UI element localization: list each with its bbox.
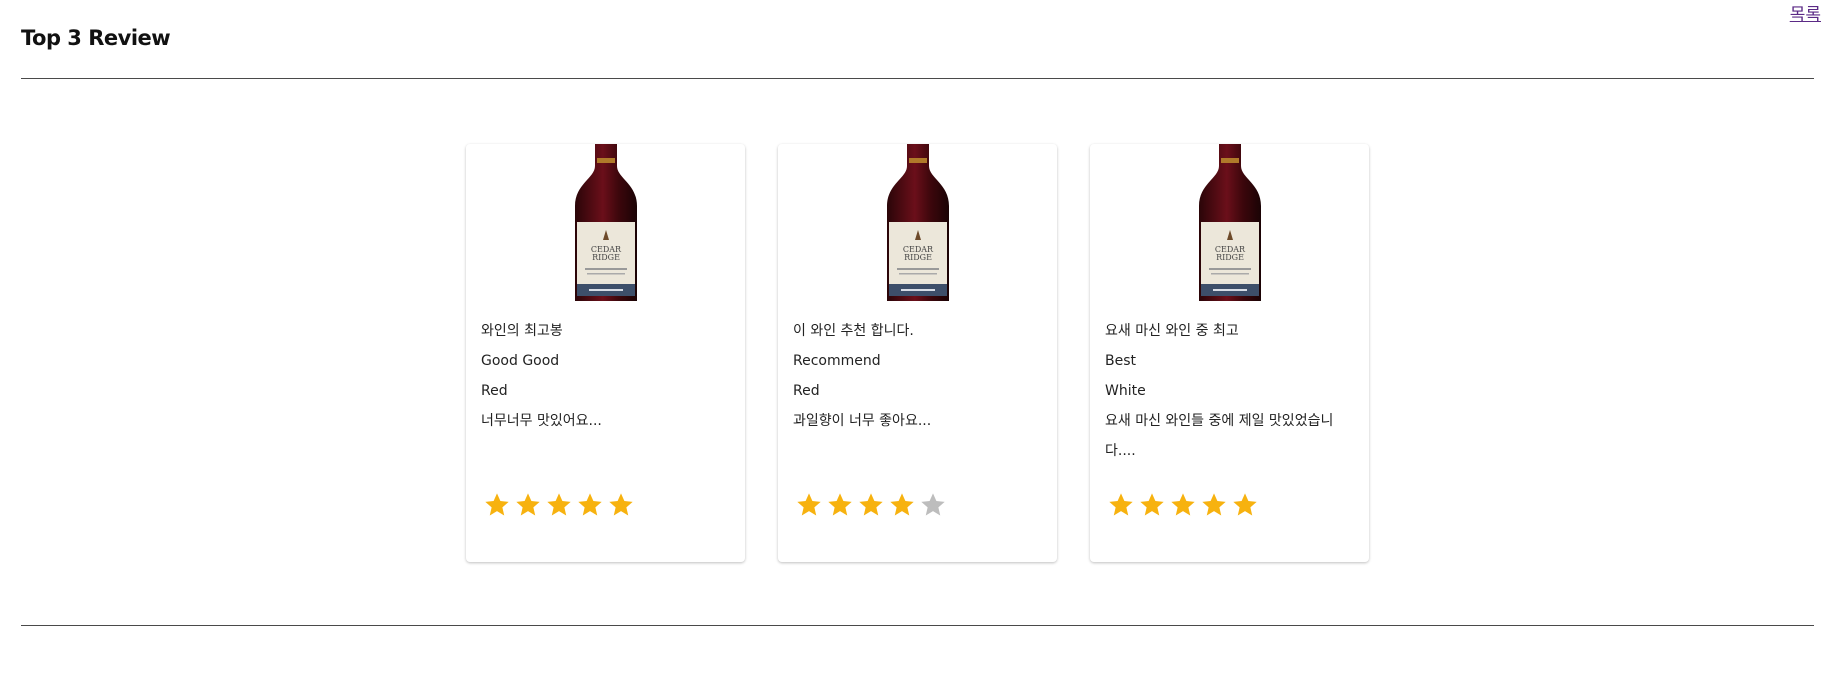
svg-text:RIDGE: RIDGE: [592, 253, 620, 262]
star-filled-icon: [828, 493, 852, 516]
review-subtitle: Best: [1105, 353, 1137, 369]
star-rating: [483, 491, 635, 519]
star-filled-icon: [1202, 493, 1226, 516]
review-content: 너무너무 맛있어요...: [481, 413, 602, 429]
svg-text:RIDGE: RIDGE: [904, 253, 932, 262]
star-filled-icon: [1109, 493, 1133, 516]
star-filled-icon: [578, 493, 602, 516]
wine-type: Red: [481, 383, 508, 399]
review-title: 와인의 최고봉: [481, 323, 563, 339]
review-card[interactable]: CEDAR RIDGE 요새 마신 와인 중 최고 Best White 요새 …: [1090, 144, 1369, 562]
star-filled-icon: [797, 493, 821, 516]
star-filled-icon: [1233, 493, 1257, 516]
wine-bottle-image: CEDAR RIDGE: [574, 144, 637, 301]
review-title: 요새 마신 와인 중 최고: [1105, 323, 1239, 339]
list-link[interactable]: 목록: [1790, 0, 1821, 25]
star-rating: [1107, 491, 1259, 519]
top-divider: [21, 78, 1814, 79]
bottom-divider: [21, 625, 1814, 626]
star-filled-icon: [859, 493, 883, 516]
wine-type: Red: [793, 383, 820, 399]
svg-text:RIDGE: RIDGE: [1216, 253, 1244, 262]
review-card[interactable]: CEDAR RIDGE 와인의 최고봉 Good Good Red 너무너무 맛…: [466, 144, 745, 562]
star-filled-icon: [1140, 493, 1164, 516]
review-cards: CEDAR RIDGE 와인의 최고봉 Good Good Red 너무너무 맛…: [466, 144, 1369, 562]
section-title: Top 3 Review: [21, 26, 171, 50]
review-subtitle: Recommend: [793, 353, 881, 369]
review-title: 이 와인 추천 합니다.: [793, 323, 914, 339]
wine-bottle-image: CEDAR RIDGE: [886, 144, 949, 301]
wine-bottle-image: CEDAR RIDGE: [1198, 144, 1261, 301]
star-filled-icon: [609, 493, 633, 516]
review-card[interactable]: CEDAR RIDGE 이 와인 추천 합니다. Recommend Red 과…: [778, 144, 1057, 562]
review-subtitle: Good Good: [481, 353, 560, 369]
star-filled-icon: [485, 493, 509, 516]
review-content: 요새 마신 와인들 중에 제일 맛있었습니다....: [1105, 413, 1334, 459]
star-filled-icon: [1171, 493, 1195, 516]
star-filled-icon: [516, 493, 540, 516]
review-content: 과일향이 너무 좋아요...: [793, 413, 932, 429]
star-filled-icon: [547, 493, 571, 516]
star-filled-icon: [890, 493, 914, 516]
star-rating: [795, 491, 947, 519]
wine-type: White: [1105, 383, 1146, 399]
star-empty-icon: [921, 493, 945, 516]
